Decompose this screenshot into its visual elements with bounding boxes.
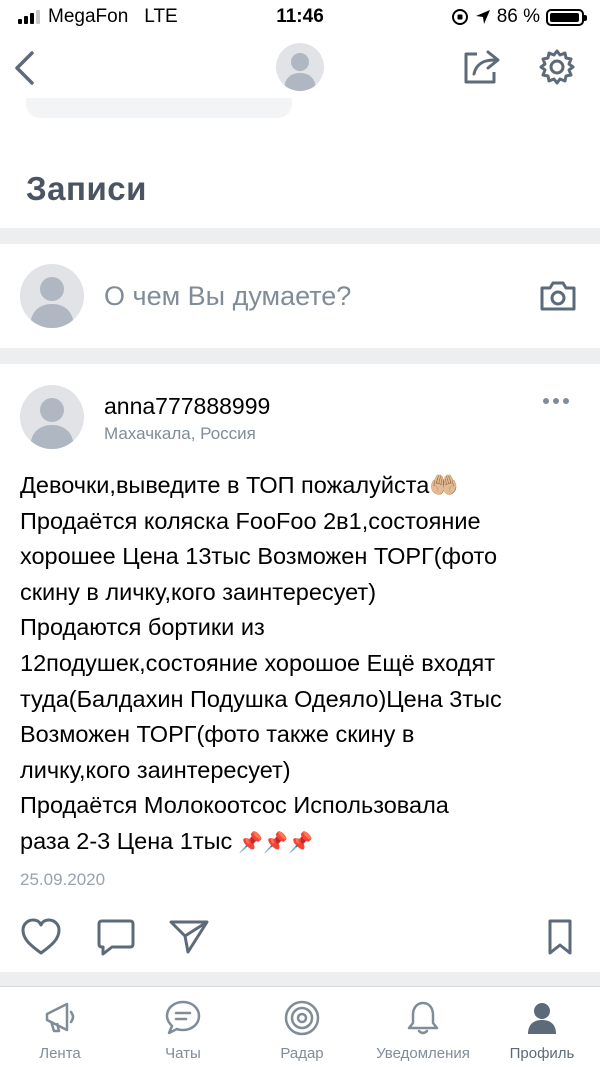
post-line: туда(Балдахин Подушка Одеяло)Цена 3тыс: [20, 685, 502, 712]
tab-label: Лента: [39, 1045, 81, 1062]
section-separator: [0, 972, 600, 986]
post-author-name[interactable]: anna777888999: [104, 393, 270, 420]
post-location: Махачкала, Россия: [104, 424, 256, 443]
post-line: 12подушек,состояние хорошое Ещё входят: [20, 649, 495, 676]
orientation-lock-icon: [451, 9, 468, 25]
location-arrow-icon: [475, 10, 490, 24]
tab-label: Профиль: [509, 1045, 575, 1062]
tab-label: Чаты: [165, 1045, 201, 1062]
status-right: 86 %: [451, 6, 587, 28]
post-line: скину в личку,кого заинтересует): [20, 578, 377, 605]
person-placeholder-icon: [284, 53, 316, 91]
pushpin-emoji: 📌📌📌: [238, 831, 313, 854]
person-placeholder-icon: [30, 277, 74, 328]
tab-label: Радар: [280, 1045, 324, 1062]
composer-avatar: [20, 264, 84, 328]
section-separator: [0, 348, 600, 364]
share-send-icon[interactable]: [168, 918, 210, 956]
megaphone-icon: [45, 1002, 75, 1033]
post-line: хорошее Цена 13тыс Возможен ТОРГ(фото: [20, 543, 498, 570]
radar-icon: [284, 1000, 320, 1036]
post-line: личку,кого заинтересует): [20, 756, 291, 783]
gear-icon[interactable]: [538, 48, 576, 86]
post-line-text: раза 2-3 Цена 1тыс: [20, 827, 233, 854]
battery-icon: [546, 8, 587, 26]
comment-icon[interactable]: [96, 918, 136, 956]
person-placeholder-icon: [30, 398, 74, 449]
post-line: раза 2-3 Цена 1тыс 📌📌📌: [20, 824, 590, 862]
bell-icon: [407, 1001, 439, 1035]
chat-bubble-icon: [165, 1000, 201, 1035]
battery-percent: 86 %: [496, 6, 540, 27]
tab-bar: Лента Чаты Радар Уведомления Профиль: [0, 986, 600, 1067]
section-separator: [0, 228, 600, 244]
post-line: Девочки,выведите в ТОП пожалуйста🤲🏼: [20, 472, 459, 498]
share-icon[interactable]: [462, 48, 502, 86]
post-text: Девочки,выведите в ТОП пожалуйста🤲🏼 Прод…: [20, 468, 590, 862]
post-line: Возможен ТОРГ(фото также скину в: [20, 721, 415, 748]
back-chevron-icon[interactable]: [12, 50, 38, 86]
nav-avatar[interactable]: [276, 43, 324, 91]
post-line: Продаётся коляска FooFoo 2в1,состояние: [20, 507, 481, 534]
section-title: Записи: [26, 170, 147, 207]
post-date: 25.09.2020: [20, 870, 106, 889]
tab-label: Уведомления: [376, 1045, 470, 1062]
camera-icon[interactable]: [539, 280, 577, 312]
bookmark-icon[interactable]: [546, 918, 574, 956]
profile-icon: [528, 1003, 556, 1034]
post-author-avatar[interactable]: [20, 385, 84, 449]
post-line: Продаётся Молокоотсос Использовала: [20, 792, 449, 819]
composer-placeholder[interactable]: О чем Вы думаете?: [104, 281, 351, 312]
more-options-icon[interactable]: [543, 398, 569, 404]
like-heart-icon[interactable]: [20, 918, 62, 956]
post-line: Продаются бортики из: [20, 614, 265, 641]
collapsed-card: [26, 98, 292, 118]
status-bar: MegaFon LTE 11:46 86 %: [0, 0, 600, 34]
